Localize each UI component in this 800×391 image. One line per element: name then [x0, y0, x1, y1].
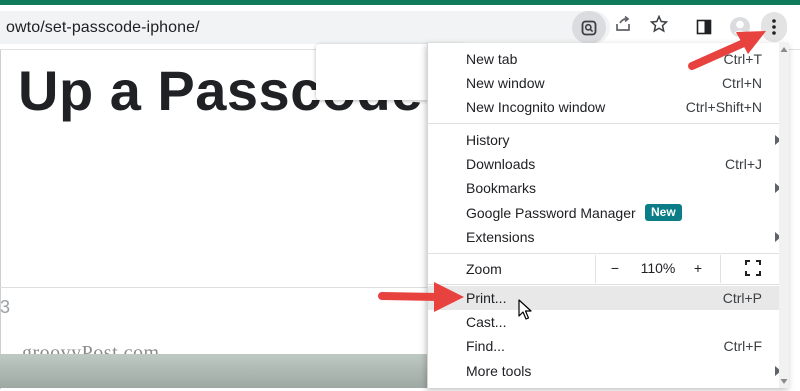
menu-item-password-manager[interactable]: Google Password Manager New: [428, 201, 789, 225]
mouse-cursor-icon: [518, 299, 532, 320]
zoom-out-button[interactable]: −: [600, 254, 630, 282]
content-divider: [0, 287, 430, 288]
menu-separator: [428, 284, 789, 285]
menu-item-extensions[interactable]: Extensions: [428, 225, 789, 249]
share-icon[interactable]: [612, 13, 634, 35]
menu-item-history[interactable]: History: [428, 128, 789, 152]
menu-zoom-row: Zoom − 110% +: [428, 254, 789, 284]
zoom-level: 110%: [640, 260, 676, 276]
menu-item-more-tools[interactable]: More tools: [428, 359, 789, 383]
lens-icon[interactable]: [572, 11, 606, 44]
address-bar[interactable]: owto/set-passcode-iphone/: [0, 11, 610, 44]
star-icon[interactable]: [648, 13, 670, 35]
menu-item-cast[interactable]: Cast...: [428, 310, 789, 334]
new-badge: New: [645, 204, 682, 221]
annotation-arrow-menu-icon: [688, 31, 766, 70]
fullscreen-icon[interactable]: [733, 254, 773, 282]
url-text[interactable]: owto/set-passcode-iphone/: [6, 19, 200, 37]
menu-item-new-incognito-window[interactable]: New Incognito window Ctrl+Shift+N: [428, 95, 789, 119]
menu-scrollbar[interactable]: [779, 43, 789, 388]
zoom-in-button[interactable]: +: [684, 254, 712, 282]
article-image-strip: [0, 354, 430, 388]
menu-item-print[interactable]: Print... Ctrl+P: [428, 286, 789, 310]
menu-item-downloads[interactable]: Downloads Ctrl+J: [428, 152, 789, 176]
browser-main-menu: New tab Ctrl+T New window Ctrl+N New Inc…: [427, 43, 789, 388]
menu-item-bookmarks[interactable]: Bookmarks: [428, 176, 789, 200]
menu-item-find[interactable]: Find... Ctrl+F: [428, 334, 789, 358]
step-number: 3: [0, 297, 11, 317]
menu-separator: [428, 123, 789, 124]
menu-item-new-window[interactable]: New window Ctrl+N: [428, 71, 789, 95]
annotation-arrow-print: [378, 282, 464, 312]
